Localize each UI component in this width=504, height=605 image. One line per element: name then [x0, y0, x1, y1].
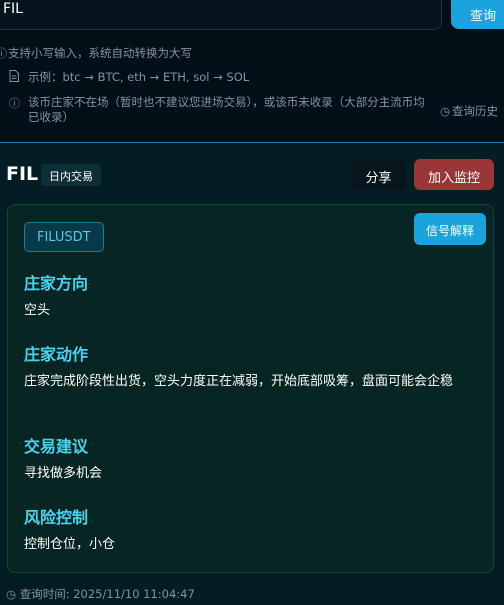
info-icon: ⓘ	[9, 97, 20, 110]
share-button[interactable]: 分享	[351, 159, 406, 190]
query-time-text: 查询时间: 2025/11/10 11:04:47	[19, 587, 195, 601]
symbol-badge: FILUSDT	[24, 222, 104, 252]
section-body-advice: 寻找做多机会	[24, 466, 103, 481]
section-body-risk: 控制仓位，小仓	[24, 537, 116, 552]
section-title-direction: 庄家方向	[24, 274, 89, 293]
info-icon: ⓘ	[0, 47, 7, 60]
signal-card: FILUSDT 信号解释 庄家方向 空头 庄家动作 庄家完成阶段性出货，空头力度…	[7, 204, 494, 573]
section-title-action: 庄家动作	[24, 345, 89, 364]
coin-title: FIL	[6, 163, 39, 185]
clock-icon: ◷	[6, 587, 20, 601]
section-body-direction: 空头	[24, 303, 51, 318]
search-bar: FIL 查询	[0, 0, 504, 32]
section-title-advice: 交易建议	[24, 437, 89, 456]
trade-type-tag: 日内交易	[41, 164, 101, 186]
page: FIL 查询 ⓘ 支持小写输入，系统自动转换为大写 示例：btc → BTC, …	[0, 0, 504, 605]
clock-icon: ◷	[440, 104, 451, 118]
hint-warning-text: 该币庄家不在场（暂时也不建议您进场交易），或该币未收录（大部分主流币均已收录）	[28, 95, 425, 124]
query-time: ◷ 查询时间: 2025/11/10 11:04:47	[6, 586, 195, 602]
query-history-link[interactable]: ◷ 查询历史	[440, 103, 498, 119]
query-button[interactable]: 查询	[451, 0, 504, 29]
result-panel: FIL 日内交易 分享 加入监控 FILUSDT 信号解释 庄家方向 空头 庄家…	[0, 142, 504, 605]
search-input[interactable]: FIL	[0, 0, 442, 30]
add-monitor-button[interactable]: 加入监控	[414, 159, 494, 190]
signal-explain-button[interactable]: 信号解释	[414, 213, 486, 245]
query-history-label: 查询历史	[452, 104, 499, 118]
section-title-risk: 风险控制	[24, 508, 89, 527]
section-body-action: 庄家完成阶段性出货，空头力度正在减弱，开始底部吸筹，盘面可能会企稳	[24, 374, 454, 389]
hint-example-text: 示例：btc → BTC, eth → ETH, sol → SOL	[28, 70, 250, 84]
document-icon	[9, 70, 19, 86]
hint-lowercase-text: 支持小写输入，系统自动转换为大写	[8, 46, 192, 60]
